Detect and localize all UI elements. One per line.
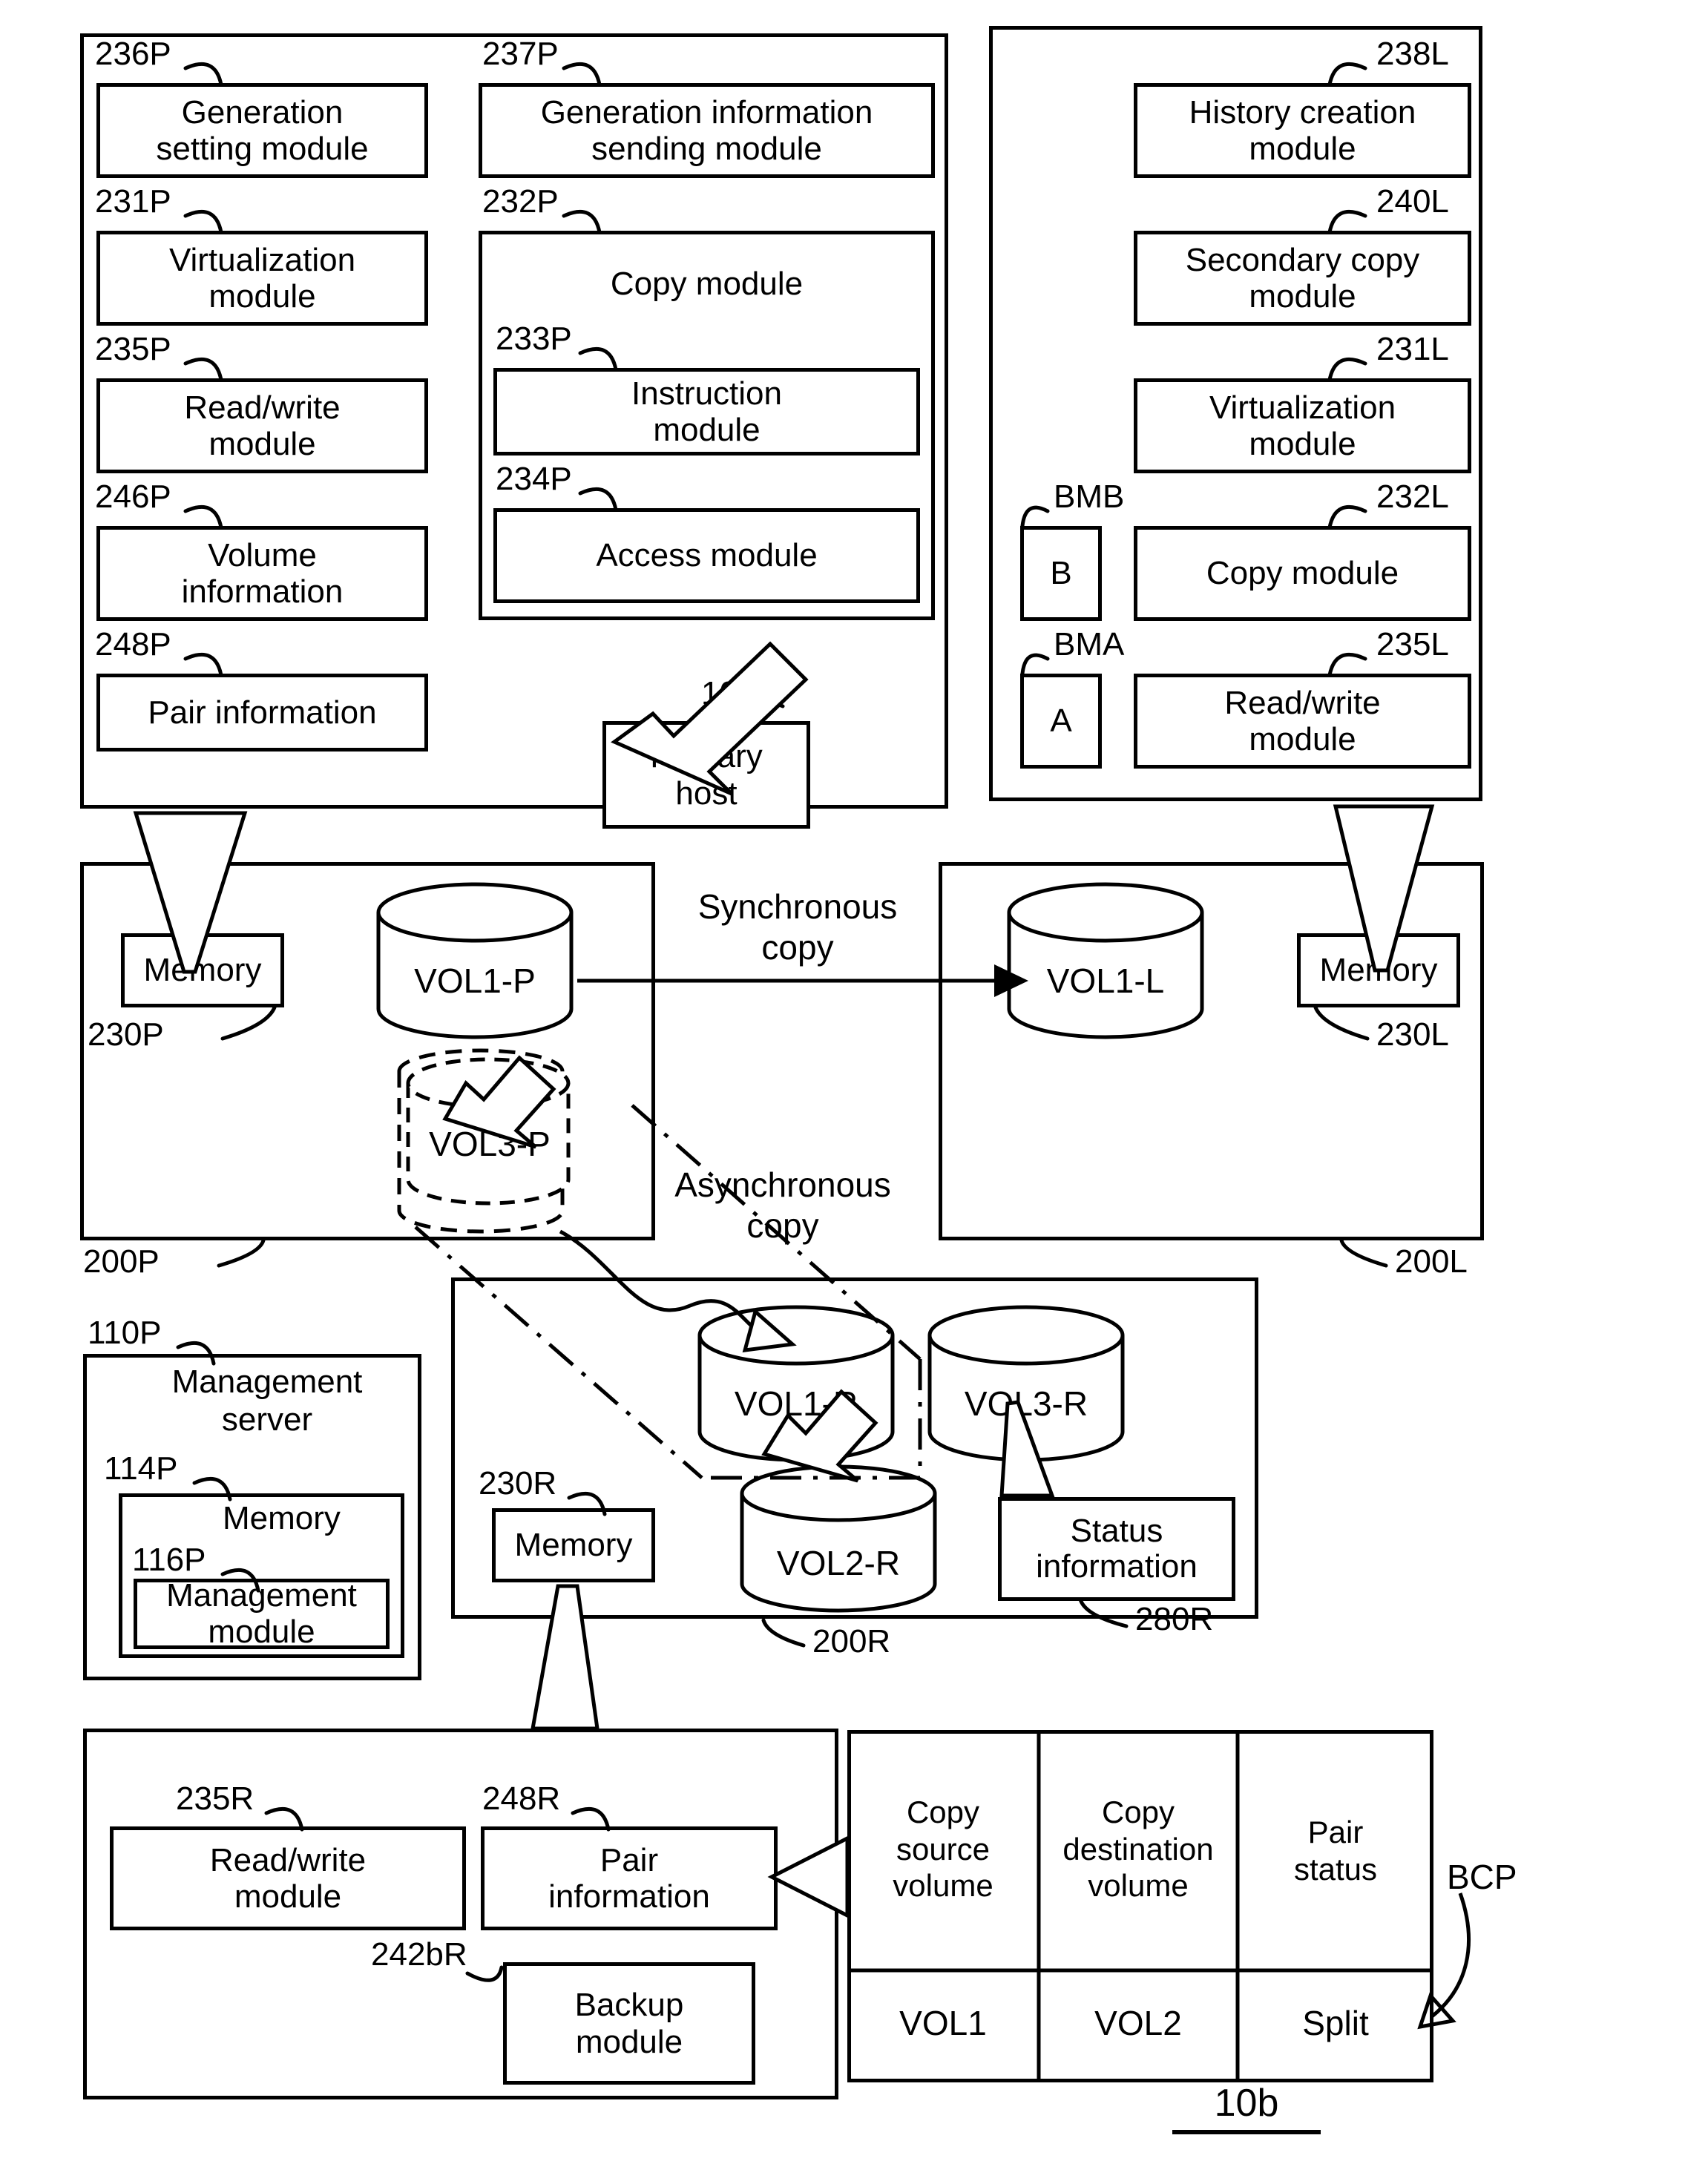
cylinder-vol2-r bbox=[740, 1464, 937, 1613]
module-generation-setting: Generation setting module bbox=[96, 83, 428, 178]
ref-246P: 246P bbox=[95, 478, 171, 515]
ref-200P: 200P bbox=[83, 1243, 160, 1280]
ref-BMB: BMB bbox=[1054, 478, 1125, 515]
ref-100P: 100P bbox=[701, 675, 778, 711]
module-history-creation: History creation module bbox=[1134, 83, 1471, 178]
ref-232L: 232L bbox=[1376, 478, 1449, 515]
module-read-write-remote: Read/write module bbox=[110, 1826, 466, 1930]
ref-235P: 235P bbox=[95, 331, 171, 367]
ref-200L: 200L bbox=[1395, 1243, 1468, 1280]
ref-230L: 230L bbox=[1376, 1016, 1449, 1053]
ref-235L: 235L bbox=[1376, 626, 1449, 662]
pair-table-cell-status: Split bbox=[1302, 2004, 1369, 2042]
bitmap-A: A bbox=[1020, 674, 1102, 769]
module-copy-local: Copy module bbox=[1134, 526, 1471, 621]
ref-BMA: BMA bbox=[1054, 626, 1125, 662]
module-read-write-local: Read/write module bbox=[1134, 674, 1471, 769]
label-vol1-l: VOL1-L bbox=[1046, 961, 1165, 1000]
module-generation-info-sending: Generation information sending module bbox=[479, 83, 935, 178]
ref-114P: 114P bbox=[104, 1450, 178, 1487]
memory-230P: Memory bbox=[121, 933, 284, 1007]
ref-230R: 230R bbox=[479, 1465, 557, 1502]
ref-231L: 231L bbox=[1376, 331, 1449, 367]
ref-248P: 248P bbox=[95, 626, 171, 662]
ref-242bR: 242bR bbox=[371, 1936, 467, 1973]
ref-235R: 235R bbox=[176, 1780, 254, 1817]
memory-230R: Memory bbox=[492, 1508, 655, 1582]
module-volume-information: Volume information bbox=[96, 526, 428, 621]
module-backup: Backup module bbox=[503, 1962, 755, 2085]
ref-237P: 237P bbox=[482, 36, 559, 72]
ref-110P: 110P bbox=[88, 1315, 162, 1351]
ref-238L: 238L bbox=[1376, 36, 1449, 72]
pair-table-header-copy-source: Copy source volume bbox=[893, 1795, 993, 1904]
bitmap-B: B bbox=[1020, 526, 1102, 621]
pair-table-cell-source: VOL1 bbox=[899, 2004, 987, 2042]
ref-BCP: BCP bbox=[1447, 1858, 1517, 1896]
label-vol3-r: VOL3-R bbox=[964, 1384, 1088, 1423]
ref-231P: 231P bbox=[95, 183, 171, 220]
module-instruction: Instruction module bbox=[493, 368, 920, 456]
module-pair-information-remote: Pair information bbox=[481, 1826, 778, 1930]
ref-236P: 236P bbox=[95, 36, 171, 72]
module-virtualization-local: Virtualization module bbox=[1134, 378, 1471, 473]
label-vol1-p: VOL1-P bbox=[414, 961, 536, 1000]
ref-200R: 200R bbox=[812, 1623, 891, 1660]
label-vol1-r: VOL1-R bbox=[734, 1384, 858, 1423]
label-vol2-r: VOL2-R bbox=[776, 1544, 901, 1582]
module-access: Access module bbox=[493, 508, 920, 603]
figure-id: 10b bbox=[1172, 2081, 1321, 2134]
ref-230P: 230P bbox=[88, 1016, 164, 1053]
module-copy-primary-label: Copy module bbox=[610, 266, 804, 302]
leader-bcp bbox=[1431, 1892, 1471, 2018]
memory-230L: Memory bbox=[1297, 933, 1460, 1007]
module-secondary-copy: Secondary copy module bbox=[1134, 231, 1471, 326]
label-vol3-p: VOL3-P bbox=[429, 1125, 551, 1163]
module-management: Management module bbox=[134, 1577, 390, 1649]
ref-248R: 248R bbox=[482, 1780, 561, 1817]
ref-240L: 240L bbox=[1376, 183, 1449, 220]
module-read-write-primary: Read/write module bbox=[96, 378, 428, 473]
pair-table-cell-destination: VOL2 bbox=[1094, 2004, 1182, 2042]
pair-table-header-pair-status: Pair status bbox=[1293, 1815, 1378, 1887]
ref-280R: 280R bbox=[1135, 1601, 1214, 1637]
module-virtualization-primary: Virtualization module bbox=[96, 231, 428, 326]
annotation-synchronous-copy: Synchronous copy bbox=[697, 887, 898, 967]
status-information: Status information bbox=[998, 1497, 1235, 1601]
ref-232P: 232P bbox=[482, 183, 559, 220]
annotation-asynchronous-copy: Asynchronous copy bbox=[674, 1165, 891, 1246]
ref-234P: 234P bbox=[496, 461, 572, 497]
module-pair-information-primary: Pair information bbox=[96, 674, 428, 752]
ref-116P: 116P bbox=[132, 1542, 206, 1578]
ref-233P: 233P bbox=[496, 320, 572, 357]
management-server-title: Management server bbox=[171, 1364, 363, 1438]
primary-host: Primary host bbox=[602, 721, 810, 829]
figure-10b: 236P Generation setting module 231P Virt… bbox=[0, 0, 1708, 2164]
management-server-memory-label: Memory bbox=[223, 1500, 341, 1536]
pair-table-header-copy-destination: Copy destination volume bbox=[1062, 1795, 1214, 1904]
